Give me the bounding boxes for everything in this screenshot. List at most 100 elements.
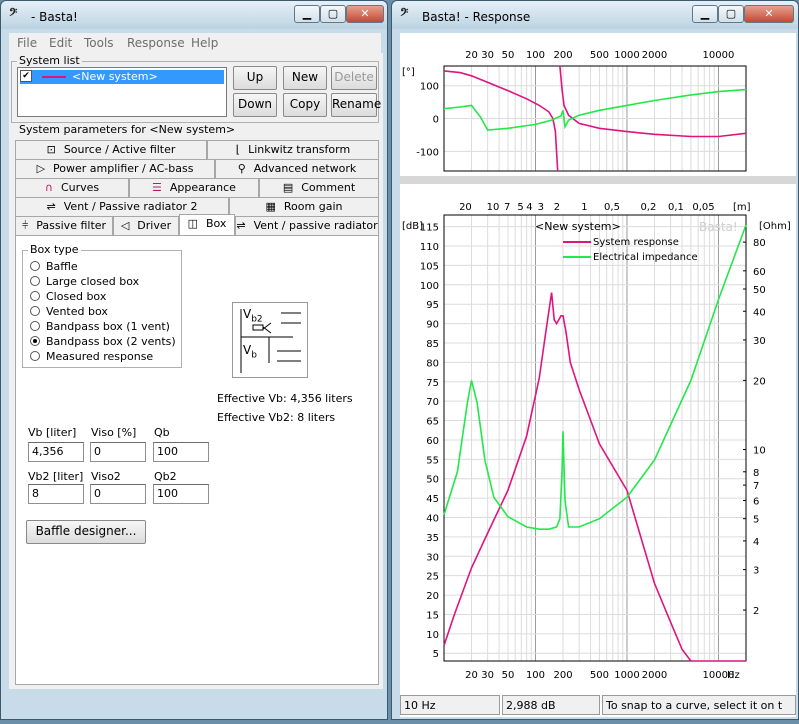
radio-label: Baffle xyxy=(46,260,78,273)
radio-dot xyxy=(30,291,40,301)
phase-top-tick-label: 500 xyxy=(590,50,609,61)
phase-top-tick-label: 200 xyxy=(553,50,572,61)
delete-button[interactable]: Delete xyxy=(331,66,377,90)
radio-measured-response[interactable]: Measured response xyxy=(30,350,153,363)
tab-vent-passive-radiator[interactable]: ⇌ Vent / passive radiator xyxy=(235,216,379,235)
close-button[interactable]: ✕ xyxy=(744,5,794,23)
system-listbox[interactable]: ✔ <New system> xyxy=(17,67,227,117)
effective-vb-text: Effective Vb: 4,356 liters xyxy=(217,392,353,405)
response-charts[interactable]: [°] [dB] [Ohm] [m] Hz <New system> Basta… xyxy=(400,33,796,691)
viso2-input[interactable]: 0 xyxy=(90,484,146,504)
radio-baffle[interactable]: Baffle xyxy=(30,260,78,273)
db-tick-label: 80 xyxy=(426,358,439,369)
tab-room-gain[interactable]: ▦ Room gain xyxy=(229,197,379,216)
legend-electrical-impedance: Electrical impedance xyxy=(593,252,698,263)
menu-tools[interactable]: Tools xyxy=(84,36,114,50)
radio-bandpass-1-vent[interactable]: Bandpass box (1 vent) xyxy=(30,320,170,333)
meter-tick-label: 10 xyxy=(487,202,500,213)
freq-tick-label: 100 xyxy=(526,670,545,681)
rename-button[interactable]: Rename xyxy=(331,93,381,117)
tab-source-active-filter[interactable]: ⊡ Source / Active filter xyxy=(15,140,207,159)
radio-label: Vented box xyxy=(46,305,108,318)
ohm-tick-label: 20 xyxy=(753,376,766,387)
meter-tick-label: 0,05 xyxy=(692,202,714,213)
legend-system-response: System response xyxy=(593,237,679,248)
qb2-input[interactable]: 100 xyxy=(153,484,209,504)
close-button[interactable]: ✕ xyxy=(346,5,384,23)
viso-input[interactable]: 0 xyxy=(90,442,146,462)
maximize-button[interactable]: ▢ xyxy=(718,5,744,23)
box-tab-page: Box type Baffle Large closed box Closed … xyxy=(15,235,379,685)
radio-vented-box[interactable]: Vented box xyxy=(30,305,108,318)
qb-input[interactable]: 100 xyxy=(153,442,209,462)
room-icon: ▦ xyxy=(265,200,276,213)
main-title-bar[interactable]: 𝄢 - Basta! ▁ ▢ ✕ xyxy=(1,1,387,29)
curve-color-swatch xyxy=(42,76,66,78)
freq-tick-label: 500 xyxy=(590,670,609,681)
minimize-button[interactable]: ▁ xyxy=(294,5,320,23)
tab-appearance[interactable]: ☰ Appearance xyxy=(129,178,259,197)
up-button[interactable]: Up xyxy=(233,66,277,90)
tab-label: Driver xyxy=(137,219,172,232)
tab-box[interactable]: ◫ Box xyxy=(179,214,235,236)
tab-linkwitz-transform[interactable]: ⌊ Linkwitz transform xyxy=(207,140,379,159)
minimize-button[interactable]: ▁ xyxy=(692,5,718,23)
freq-tick-label: 20 xyxy=(465,670,478,681)
menu-edit[interactable]: Edit xyxy=(49,36,72,50)
tab-label: Room gain xyxy=(283,200,343,213)
meter-unit-label: [m] xyxy=(733,202,751,213)
appearance-icon: ☰ xyxy=(152,181,162,194)
radio-dot-selected xyxy=(30,336,40,346)
menu-file[interactable]: File xyxy=(17,36,37,50)
tab-label: Curves xyxy=(60,181,100,194)
main-plot-frame xyxy=(443,214,747,662)
basta-logo-icon: 𝄢 xyxy=(400,7,409,22)
baffle-designer-button[interactable]: Baffle designer... xyxy=(26,520,146,544)
checkbox-checked-icon[interactable]: ✔ xyxy=(20,70,32,82)
radio-closed-box[interactable]: Closed box xyxy=(30,290,106,303)
speaker-icon: ◁ xyxy=(120,219,130,232)
tab-label: Vent / passive radiator xyxy=(253,219,378,232)
menu-help[interactable]: Help xyxy=(191,36,218,50)
ohm-tick-label: 3 xyxy=(753,566,759,577)
tab-curves[interactable]: ∩ Curves xyxy=(15,178,129,197)
tab-advanced-network[interactable]: ⚲ Advanced network xyxy=(215,159,379,178)
radio-label: Measured response xyxy=(46,350,154,363)
meter-tick-label: 5 xyxy=(517,202,523,213)
radio-bandpass-2-vents[interactable]: Bandpass box (2 vents) xyxy=(30,335,176,348)
radio-large-closed-box[interactable]: Large closed box xyxy=(30,275,139,288)
response-title-bar[interactable]: 𝄢 Basta! - Response ▁ ▢ ✕ xyxy=(392,1,798,29)
db-tick-label: 45 xyxy=(426,494,439,505)
db-tick-label: 10 xyxy=(426,630,439,641)
tab-comment[interactable]: ▤ Comment xyxy=(259,178,379,197)
menu-response[interactable]: Response xyxy=(127,36,185,50)
tab-driver[interactable]: ◁ Driver xyxy=(113,216,179,235)
freq-tick-label: 50 xyxy=(502,670,515,681)
db-tick-label: 75 xyxy=(426,378,439,389)
ohm-tick-label: 5 xyxy=(753,515,759,526)
db-tick-label: 20 xyxy=(426,591,439,602)
filter-icon: ⊡ xyxy=(46,143,56,156)
system-list-item[interactable]: ✔ <New system> xyxy=(20,70,224,84)
main-window: 𝄢 - Basta! ▁ ▢ ✕ File Edit Tools Respons… xyxy=(0,0,388,720)
radio-label: Bandpass box (2 vents) xyxy=(46,335,176,348)
tab-label: Box xyxy=(205,217,227,230)
vb2-input[interactable]: 8 xyxy=(28,484,84,504)
ohm-tick-label: 6 xyxy=(753,496,759,507)
impedance-curve[interactable] xyxy=(443,224,747,530)
maximize-button[interactable]: ▢ xyxy=(320,5,346,23)
tab-label: Vent / Passive radiator 2 xyxy=(63,200,198,213)
viso-label: Viso [%] xyxy=(91,426,137,439)
copy-button[interactable]: Copy xyxy=(283,93,327,117)
vb-input[interactable]: 4,356 xyxy=(28,442,84,462)
tab-passive-filter[interactable]: ⫩ Passive filter xyxy=(15,216,113,235)
vb-label: Vb [liter] xyxy=(28,426,77,439)
down-button[interactable]: Down xyxy=(233,93,277,117)
box-diagram: Vb2 Vb xyxy=(232,302,308,378)
freq-tick-label: 200 xyxy=(553,670,572,681)
tab-power-amplifier[interactable]: ▷ Power amplifier / AC-bass xyxy=(15,159,215,178)
curve-step-icon: ⌊ xyxy=(235,143,241,156)
tab-label: Appearance xyxy=(169,181,236,194)
radio-dot xyxy=(30,351,40,361)
new-button[interactable]: New xyxy=(283,66,327,90)
